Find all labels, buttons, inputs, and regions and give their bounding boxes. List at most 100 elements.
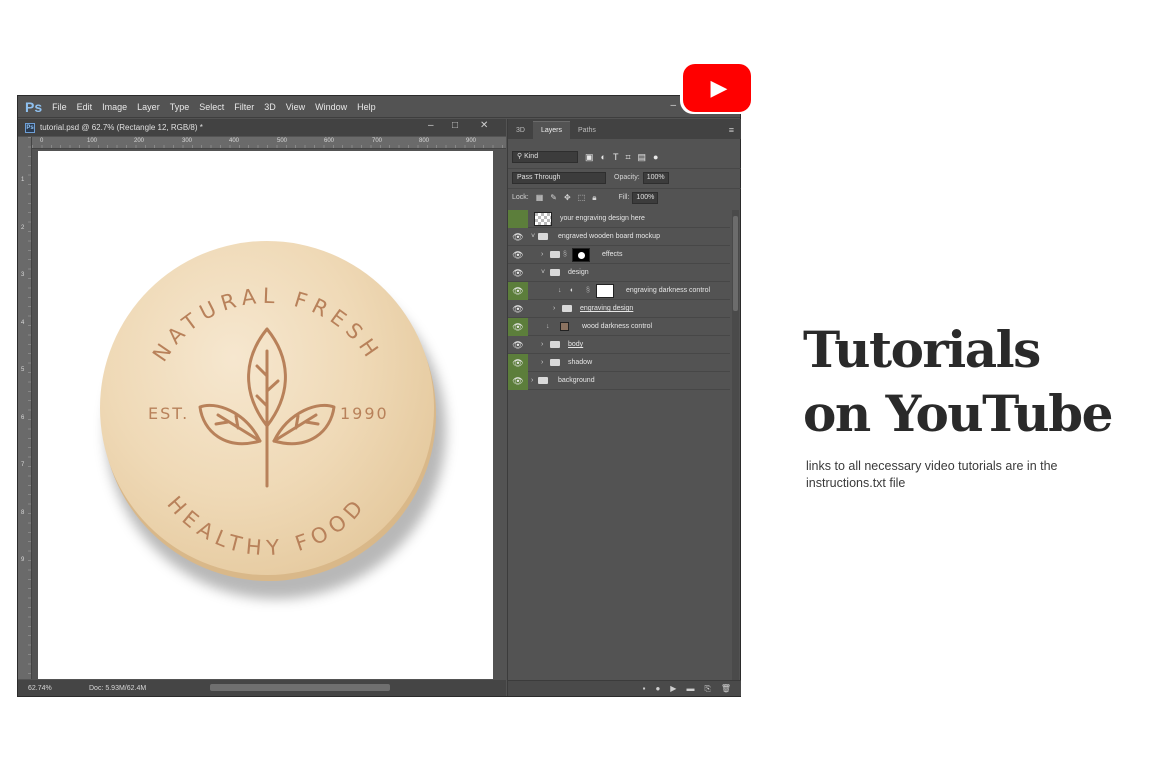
- ruler-label: 700: [372, 138, 383, 144]
- eye-icon[interactable]: 👁︎: [508, 318, 528, 336]
- layer-row[interactable]: 👁︎ › engraving design: [508, 300, 730, 318]
- collapse-arrow-icon[interactable]: ›: [553, 305, 555, 312]
- eye-icon[interactable]: 👁︎: [508, 336, 528, 354]
- opacity-input[interactable]: 100%: [642, 171, 669, 184]
- eye-icon[interactable]: 👁︎: [508, 300, 528, 318]
- eye-icon[interactable]: 👁︎: [508, 264, 528, 282]
- panel-menu-icon[interactable]: ≡: [729, 125, 734, 135]
- menu-file[interactable]: File: [52, 102, 67, 112]
- layer-row[interactable]: 👁︎ › shadow: [508, 354, 730, 372]
- menu-view[interactable]: View: [286, 102, 305, 112]
- filter-pixel-icon[interactable]: ▣: [585, 152, 594, 163]
- folder-icon: [550, 251, 560, 258]
- eye-icon[interactable]: 👁︎: [508, 354, 528, 372]
- ruler-label: 0: [40, 138, 44, 144]
- photoshop-logo: Ps: [25, 98, 43, 115]
- filter-smart-object-icon[interactable]: ▤: [638, 152, 647, 163]
- layers-scrollbar[interactable]: [732, 210, 739, 690]
- delete-layer-icon[interactable]: 🗑︎: [721, 684, 731, 693]
- eye-icon[interactable]: 👁︎: [508, 228, 528, 246]
- layer-name: engraving design: [580, 305, 634, 312]
- document-canvas[interactable]: NATURAL FRESH HEALTHY FOOD EST. 1990: [38, 151, 493, 679]
- folder-icon: [550, 269, 560, 276]
- layer-filter-row: ⚲ Kind ▣ ◐ T ⌗ ▤ ●: [508, 148, 741, 166]
- layer-row[interactable]: your engraving design here: [508, 210, 730, 228]
- ruler-label: 900: [466, 138, 477, 144]
- window-minimize-button[interactable]: –: [670, 100, 676, 111]
- link-layers-icon[interactable]: ▪: [643, 684, 646, 693]
- headline-line-2: on YouTube: [803, 384, 1113, 443]
- lock-artboard-icon[interactable]: ⬚: [578, 193, 586, 202]
- horizontal-scrollbar[interactable]: [210, 684, 390, 691]
- promo-headline: Tutorials on YouTube: [803, 318, 1148, 446]
- new-layer-icon[interactable]: ⎘: [704, 684, 710, 694]
- expand-arrow-icon[interactable]: ˅: [541, 269, 545, 276]
- visibility-toggle[interactable]: [508, 210, 528, 228]
- youtube-logo[interactable]: ▶: [680, 62, 754, 114]
- layer-name: engraved wooden board mockup: [558, 233, 660, 240]
- lock-all-icon[interactable]: 🔒︎: [592, 193, 596, 203]
- collapse-arrow-icon[interactable]: ›: [541, 359, 543, 366]
- lock-move-icon[interactable]: ✥: [564, 193, 571, 202]
- collapse-arrow-icon[interactable]: ›: [541, 251, 543, 258]
- color-swatch: [560, 322, 569, 331]
- lock-brush-icon[interactable]: ✎: [550, 193, 557, 202]
- layer-style-icon[interactable]: ●: [655, 684, 660, 693]
- layer-name: engraving darkness control: [626, 287, 711, 294]
- filter-type-icon[interactable]: T: [613, 152, 619, 162]
- fill-input[interactable]: 100%: [632, 191, 659, 204]
- menu-edit[interactable]: Edit: [77, 102, 93, 112]
- doc-close-button[interactable]: ✕: [480, 120, 488, 131]
- ruler-horizontal[interactable]: 0 100 200 300 400 500 600 700 800 900: [32, 137, 506, 149]
- menu-image[interactable]: Image: [102, 102, 127, 112]
- layer-row[interactable]: 👁︎ ↓ ◐ § engraving darkness control: [508, 282, 730, 300]
- menu-window[interactable]: Window: [315, 102, 347, 112]
- layer-row[interactable]: 👁︎ ↓ wood darkness control: [508, 318, 730, 336]
- doc-minimize-button[interactable]: –: [428, 120, 434, 131]
- filter-shape-icon[interactable]: ⌗: [625, 152, 630, 163]
- eye-icon[interactable]: 👁︎: [508, 372, 528, 390]
- eye-icon[interactable]: 👁︎: [508, 282, 528, 300]
- layer-row[interactable]: 👁︎ › body: [508, 336, 730, 354]
- tab-3d[interactable]: 3D: [508, 127, 533, 139]
- eye-icon[interactable]: 👁︎: [508, 246, 528, 264]
- layer-row[interactable]: 👁︎ › background: [508, 372, 730, 390]
- tab-paths[interactable]: Paths: [570, 127, 604, 139]
- engraving-artwork: NATURAL FRESH HEALTHY FOOD EST. 1990: [148, 284, 389, 561]
- new-group-icon[interactable]: ▬: [686, 684, 694, 693]
- layer-name: body: [568, 341, 584, 348]
- collapse-arrow-icon[interactable]: ›: [531, 377, 533, 384]
- play-icon: ▶: [683, 64, 751, 112]
- filter-toggle-icon[interactable]: ●: [653, 152, 658, 162]
- ruler-vertical[interactable]: 1 2 3 4 5 6 7 8 9: [18, 137, 32, 679]
- layer-row[interactable]: 👁︎ ˅ engraved wooden board mockup: [508, 228, 730, 246]
- filter-kind-select[interactable]: ⚲ Kind: [512, 151, 578, 163]
- document-tab[interactable]: Ps tutorial.psd @ 62.7% (Rectangle 12, R…: [18, 119, 506, 136]
- menu-select[interactable]: Select: [199, 102, 224, 112]
- ruler-label: 9: [21, 557, 25, 563]
- tab-layers[interactable]: Layers: [532, 121, 570, 139]
- expand-arrow-icon[interactable]: ˅: [531, 233, 535, 240]
- doc-restore-button[interactable]: □: [452, 120, 458, 131]
- opacity-label: Opacity:: [614, 174, 640, 181]
- layer-row[interactable]: 👁︎ ˅ design: [508, 264, 730, 282]
- add-mask-icon[interactable]: ▶: [670, 684, 676, 693]
- status-bar: 62.74% Doc: 5.93M/62.4M: [18, 680, 506, 696]
- panel-footer: ▪ ● ▶ ▬ ⎘ 🗑︎: [508, 680, 741, 696]
- blend-mode-select[interactable]: Pass Through: [512, 171, 606, 184]
- layer-name: shadow: [568, 359, 593, 366]
- filter-adjustment-icon[interactable]: ◐: [601, 152, 606, 162]
- ruler-label: 100: [87, 138, 98, 144]
- menu-filter[interactable]: Filter: [234, 102, 254, 112]
- engraving-year-text: 1990: [340, 404, 389, 423]
- layer-row[interactable]: 👁︎ › § effects: [508, 246, 730, 264]
- clip-icon: ↓: [558, 287, 562, 294]
- collapse-arrow-icon[interactable]: ›: [541, 341, 543, 348]
- menu-type[interactable]: Type: [170, 102, 190, 112]
- lock-transparent-icon[interactable]: ▦: [536, 193, 544, 202]
- menu-3d[interactable]: 3D: [264, 102, 276, 112]
- canvas-area[interactable]: NATURAL FRESH HEALTHY FOOD EST. 1990: [33, 150, 506, 679]
- zoom-level[interactable]: 62.74%: [18, 685, 54, 692]
- menu-help[interactable]: Help: [357, 102, 376, 112]
- menu-layer[interactable]: Layer: [137, 102, 160, 112]
